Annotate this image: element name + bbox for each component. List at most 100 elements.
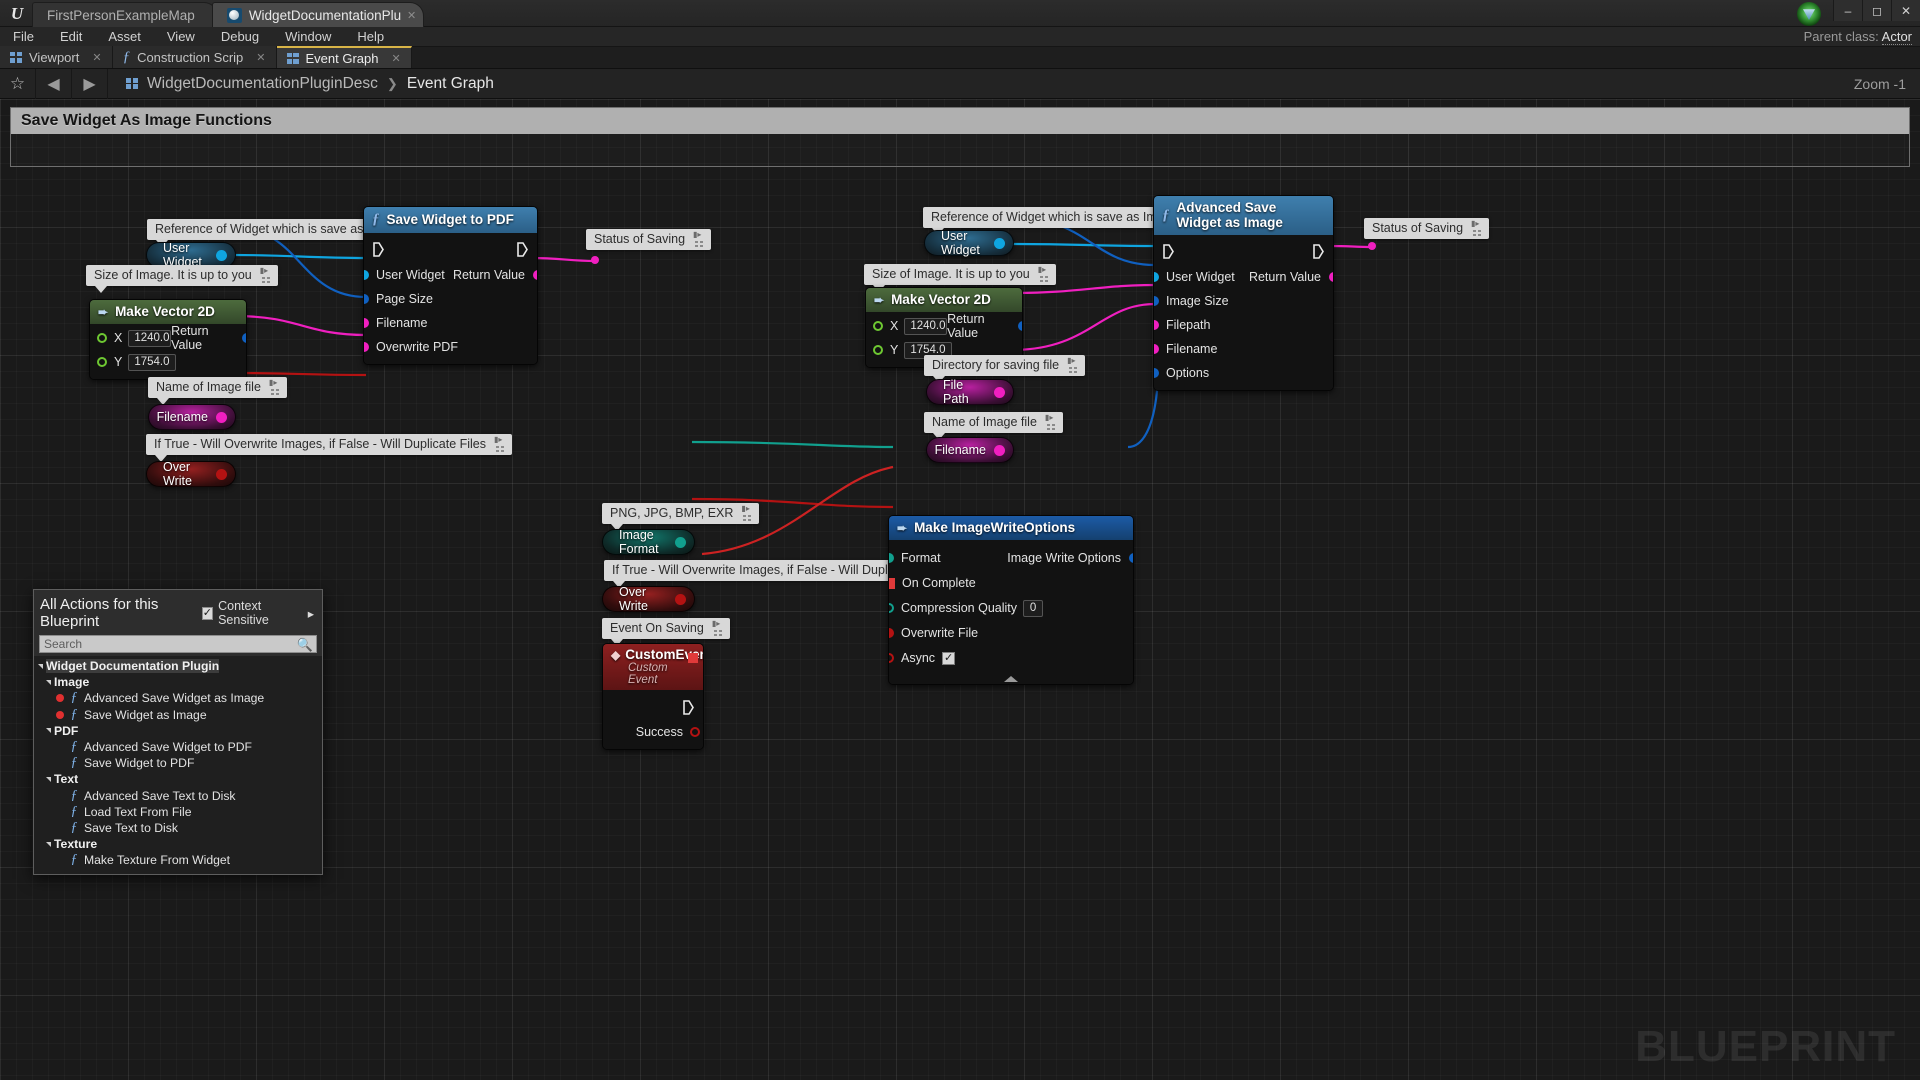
bool-pin[interactable] [216, 468, 227, 480]
string-pin[interactable] [364, 318, 369, 328]
pin-icon[interactable]: ▮▸ [269, 379, 283, 387]
pill-over-write-1[interactable]: Over Write [146, 460, 236, 488]
string-pin[interactable] [994, 444, 1005, 456]
pill-filename-1[interactable]: Filename [148, 404, 236, 430]
compression-quality-input[interactable]: 0 [1023, 599, 1044, 617]
int-pin[interactable] [889, 603, 894, 613]
back-button[interactable]: ◀ [36, 68, 72, 99]
bool-pin[interactable] [889, 653, 894, 663]
resize-icon[interactable] [261, 277, 274, 284]
bool-out-pin[interactable] [690, 727, 700, 737]
string-pin[interactable] [994, 386, 1005, 398]
string-out-pin[interactable] [533, 270, 537, 280]
pin-icon[interactable]: ▮▸ [1471, 220, 1485, 228]
close-icon[interactable]: ✕ [256, 51, 265, 64]
expand-arrow-icon[interactable] [38, 663, 43, 669]
pin-icon[interactable]: ▮▸ [741, 505, 755, 513]
delegate-out-pin[interactable] [688, 653, 698, 663]
forward-button[interactable]: ▶ [72, 68, 108, 99]
menu-file[interactable]: File [0, 27, 47, 47]
tree-action-advanced-save-widget-to-pdf[interactable]: ƒ Advanced Save Widget to PDF [34, 739, 322, 755]
tree-category-widget-documentation-plugin[interactable]: Widget Documentation Plugin [34, 658, 322, 674]
tab-event-graph[interactable]: Event Graph ✕ [276, 46, 412, 68]
window-tab-widgetdocumentationplugin[interactable]: WidgetDocumentationPlu ✕ [211, 2, 425, 27]
object-pin[interactable] [994, 237, 1005, 249]
expand-arrow-icon[interactable] [46, 841, 51, 847]
maximize-button[interactable]: ◻ [1862, 0, 1891, 21]
tab-viewport[interactable]: Viewport ✕ [0, 46, 113, 68]
string-out-pin[interactable] [1329, 272, 1333, 282]
exec-in-pin[interactable] [1163, 243, 1174, 259]
pill-image-format[interactable]: Image Format [602, 528, 695, 556]
expand-arrow-icon[interactable] [46, 679, 51, 685]
tree-action-save-widget-as-image[interactable]: ƒ Save Widget as Image [34, 707, 322, 723]
menu-help[interactable]: Help [344, 27, 397, 47]
struct-out-pin[interactable] [242, 333, 246, 343]
expand-arrow-icon[interactable] [46, 776, 51, 782]
string-pin[interactable] [1154, 344, 1159, 354]
struct-out-pin[interactable] [1018, 321, 1022, 331]
pin-icon[interactable]: ▮▸ [494, 436, 508, 444]
bool-pin[interactable] [675, 593, 686, 605]
breadcrumb-root[interactable]: WidgetDocumentationPluginDesc [147, 75, 378, 93]
float-pin[interactable] [873, 345, 883, 355]
window-tab-firstpersonexamplemap[interactable]: FirstPersonExampleMap [32, 2, 218, 27]
tree-action-load-text-from-file[interactable]: ƒ Load Text From File [34, 804, 322, 820]
close-icon[interactable]: ✕ [407, 9, 416, 22]
minimize-button[interactable]: – [1833, 0, 1862, 21]
struct-pin[interactable] [1154, 296, 1159, 306]
delegate-pin[interactable] [889, 577, 895, 589]
struct-out-pin[interactable] [1129, 553, 1133, 563]
node-custom-event[interactable]: ◆ CustomEvent Custom Event Success [602, 643, 704, 750]
tree-action-save-text-to-disk[interactable]: ƒ Save Text to Disk [34, 820, 322, 836]
float-pin[interactable] [97, 333, 107, 343]
favorite-star-icon[interactable]: ☆ [0, 68, 36, 99]
node-advanced-save-widget-as-image[interactable]: ƒ Advanced Save Widget as Image User Wid… [1153, 195, 1334, 391]
tree-action-save-widget-to-pdf[interactable]: ƒ Save Widget to PDF [34, 755, 322, 771]
menu-window[interactable]: Window [272, 27, 344, 47]
resize-icon[interactable] [743, 515, 756, 522]
exec-out-pin[interactable] [1313, 243, 1324, 259]
object-pin[interactable] [216, 249, 227, 261]
resize-icon[interactable] [1069, 367, 1082, 374]
bool-pin[interactable] [364, 342, 369, 352]
resize-icon[interactable] [695, 241, 708, 248]
tree-category-text[interactable]: Text [34, 771, 322, 787]
pill-filename-2[interactable]: Filename [926, 437, 1014, 463]
menu-asset[interactable]: Asset [95, 27, 154, 47]
comment-frame[interactable]: Save Widget As Image Functions [10, 107, 1910, 167]
menu-edit[interactable]: Edit [47, 27, 95, 47]
exec-out-pin[interactable] [517, 241, 528, 257]
pin-icon[interactable]: ▮▸ [712, 620, 726, 628]
tab-construction-script[interactable]: ƒ Construction Scrip ✕ [112, 46, 277, 68]
parent-class-value[interactable]: Actor [1881, 29, 1912, 45]
pill-over-write-2[interactable]: Over Write [602, 585, 695, 613]
pin-icon[interactable]: ▮▸ [1045, 414, 1059, 422]
resize-icon[interactable] [496, 446, 509, 453]
enum-pin[interactable] [889, 553, 894, 563]
resize-icon[interactable] [1046, 424, 1059, 431]
async-checkbox[interactable]: ✓ [942, 651, 956, 665]
resize-icon[interactable] [270, 389, 283, 396]
node-save-widget-to-pdf[interactable]: ƒ Save Widget to PDF User Widget Return … [363, 206, 538, 365]
float-pin[interactable] [97, 357, 107, 367]
pin-icon[interactable]: ▮▸ [1067, 357, 1081, 365]
enum-pin[interactable] [675, 536, 686, 548]
struct-pin[interactable] [364, 294, 369, 304]
collapse-arrow-icon[interactable] [1004, 676, 1018, 682]
close-icon[interactable]: ✕ [392, 52, 401, 65]
node-make-imagewriteoptions[interactable]: ➨ Make ImageWriteOptions Format Image Wr… [888, 515, 1134, 685]
pill-user-widget-2[interactable]: User Widget [924, 229, 1014, 257]
resize-icon[interactable] [713, 630, 726, 637]
string-pin[interactable] [216, 411, 227, 423]
pin-icon[interactable]: ▮▸ [1038, 266, 1052, 274]
expand-arrow-icon[interactable] [46, 728, 51, 734]
tree-action-advanced-save-text-to-disk[interactable]: ƒ Advanced Save Text to Disk [34, 788, 322, 804]
resize-icon[interactable] [1473, 230, 1486, 237]
context-sensitive-toggle[interactable]: ✓ Context Sensitive ▸ [201, 599, 314, 627]
event-graph-canvas[interactable]: Save Widget As Image Functions Reference… [0, 99, 1920, 1080]
float-pin[interactable] [873, 321, 883, 331]
exec-in-pin[interactable] [373, 241, 384, 257]
search-input[interactable]: Search 🔍 [39, 635, 317, 653]
exec-out-pin[interactable] [683, 699, 694, 715]
